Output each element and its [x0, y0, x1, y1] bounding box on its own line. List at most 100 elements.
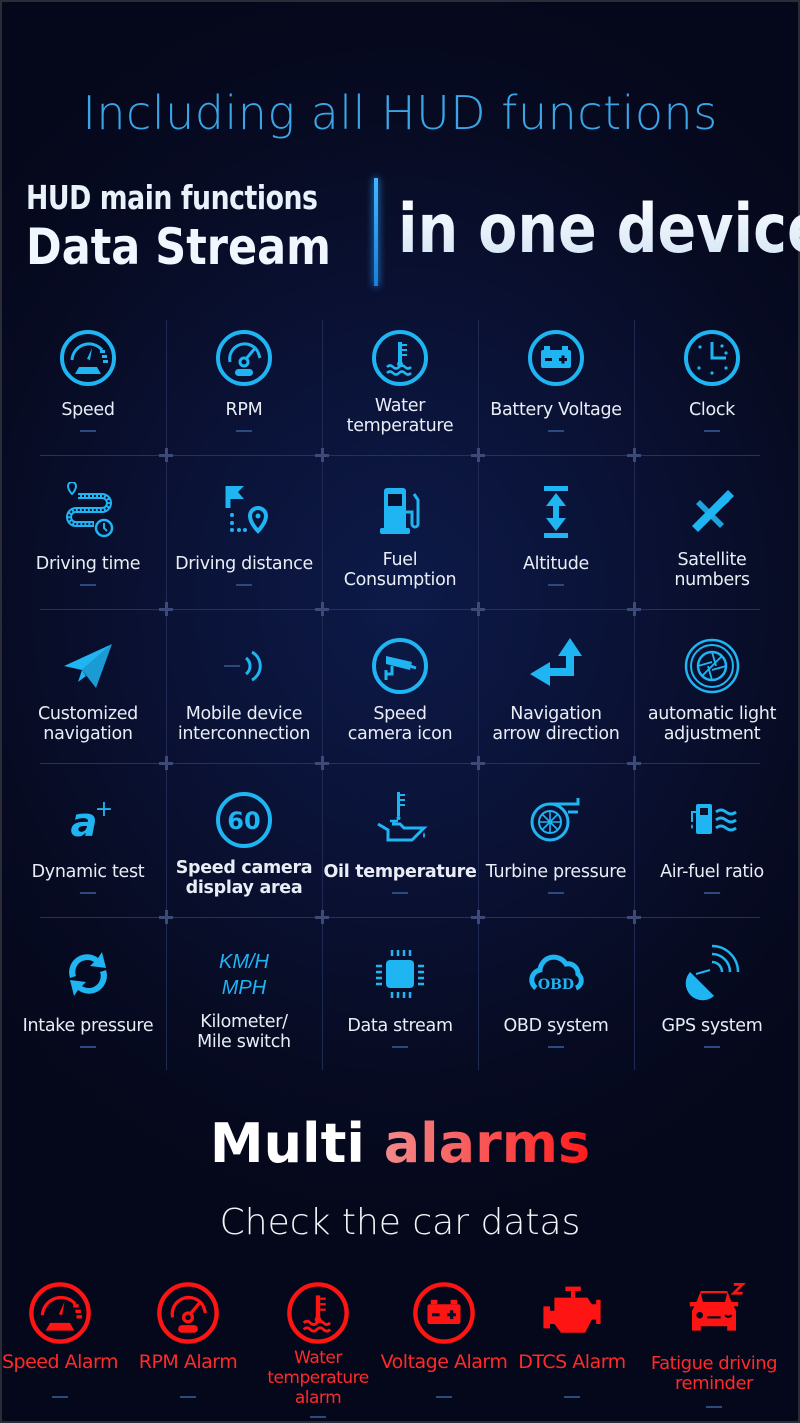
label-underline: [392, 1046, 408, 1048]
feature-label: OBD system: [503, 1016, 609, 1036]
engine-check-icon: [539, 1280, 605, 1346]
feature-item: Data stream: [322, 936, 478, 1090]
feature-item: 60 Speed camera display area: [166, 782, 322, 936]
grid-plus-marker: [471, 756, 485, 770]
label-underline: [80, 892, 96, 894]
feature-label: Air-fuel ratio: [660, 862, 764, 882]
grid-divider-horizontal: [40, 917, 760, 918]
feature-item: RPM: [166, 320, 322, 474]
feature-label: Battery Voltage: [490, 400, 622, 420]
alarm-list: Speed Alarm RPM Alarm Water temperature …: [0, 1274, 800, 1423]
feature-item: a + Dynamic test: [10, 782, 166, 936]
label-underline: [236, 430, 252, 432]
feature-label: Altitude: [523, 554, 589, 574]
chip-icon: [370, 944, 430, 1004]
grid-divider-vertical: [478, 320, 479, 1070]
aperture-icon: [682, 636, 742, 696]
page-title: Including all HUD functions: [82, 86, 718, 140]
refresh-arrows-icon: [58, 944, 118, 1004]
feature-label: Driving time: [35, 554, 141, 574]
grid-plus-marker: [627, 756, 641, 770]
feature-item: KM/H MPH Kilometer/ Mile switch: [166, 936, 322, 1090]
feature-item: Navigation arrow direction: [478, 628, 634, 782]
feature-item: Customized navigation: [10, 628, 166, 782]
feature-label: Intake pressure: [22, 1016, 154, 1036]
altitude-arrows-icon: [526, 482, 586, 542]
hero-divider: [374, 178, 378, 286]
label-underline: [80, 1046, 96, 1048]
label-underline: [548, 1046, 564, 1048]
svg-text:KM/H: KM/H: [219, 951, 270, 973]
tachometer-icon: [214, 328, 274, 388]
label-underline: [704, 892, 720, 894]
grid-plus-marker: [159, 448, 173, 462]
grid-plus-marker: [315, 910, 329, 924]
feature-item: Speed camera icon: [322, 628, 478, 782]
feature-label: Speed camera icon: [347, 704, 453, 744]
svg-text:OBD: OBD: [538, 977, 574, 993]
car-sleep-icon: [681, 1280, 747, 1346]
signal-waves-icon: [214, 636, 274, 696]
feature-label: Kilometer/ Mile switch: [197, 1012, 291, 1052]
grid-plus-marker: [159, 602, 173, 616]
grid-plus-marker: [627, 602, 641, 616]
svg-text:+: +: [95, 797, 113, 822]
speedometer-alarm-icon: [27, 1280, 93, 1346]
kmh-mph-text-icon: KM/H MPH: [214, 944, 274, 1004]
grid-divider-horizontal: [40, 609, 760, 610]
feature-label: Fuel Consumption: [343, 550, 457, 590]
label-underline: [706, 1406, 722, 1408]
feature-label: GPS system: [661, 1016, 763, 1036]
alarms-heading: Multi alarms: [0, 1112, 800, 1175]
alarm-label: DTCS Alarm: [518, 1351, 626, 1373]
hero-left: HUD main functions Data Stream: [26, 178, 356, 276]
grid-plus-marker: [627, 448, 641, 462]
satellite-dish-icon: [682, 944, 742, 1004]
clock-icon: [682, 328, 742, 388]
alarms-subtitle: Check the car datas: [219, 1202, 581, 1243]
feature-item: Speed: [10, 320, 166, 474]
feature-label: Data stream: [347, 1016, 453, 1036]
label-underline: [564, 1396, 580, 1398]
fuel-pump-icon: [370, 482, 430, 542]
paper-plane-icon: [58, 636, 118, 696]
label-underline: [548, 584, 564, 586]
route-timer-icon: [58, 481, 118, 542]
grid-plus-marker: [315, 602, 329, 616]
acceleration-a-plus-icon: a +: [58, 790, 118, 850]
label-underline: [548, 892, 564, 894]
label-underline: [310, 1416, 326, 1418]
svg-text:60: 60: [227, 807, 260, 835]
feature-label: Speed camera display area: [175, 858, 313, 898]
hero-banner: HUD main functions Data Stream in one de…: [0, 178, 800, 288]
fuel-air-waves-icon: [682, 790, 742, 850]
feature-item: Intake pressure: [10, 936, 166, 1090]
svg-text:MPH: MPH: [222, 977, 267, 999]
label-underline: [704, 1046, 720, 1048]
coolant-alarm-icon: [285, 1280, 351, 1346]
grid-plus-marker: [471, 602, 485, 616]
feature-grid: Speed RPM Water temperature Battery Volt…: [10, 320, 790, 1090]
svg-text:a: a: [71, 800, 98, 846]
feature-item: Turbine pressure: [478, 782, 634, 936]
grid-divider-vertical: [166, 320, 167, 1070]
label-underline: [52, 1396, 68, 1398]
feature-label: Satellite numbers: [674, 550, 750, 590]
feature-label: Clock: [688, 400, 736, 420]
feature-label: Dynamic test: [31, 862, 145, 882]
turbocharger-icon: [526, 790, 586, 850]
grid-divider-horizontal: [40, 763, 760, 764]
label-underline: [436, 1396, 452, 1398]
feature-item: Air-fuel ratio: [634, 782, 790, 936]
grid-plus-marker: [159, 910, 173, 924]
feature-label: Mobile device interconnection: [177, 704, 311, 744]
feature-label: Driving distance: [175, 554, 313, 574]
feature-label: automatic light adjustment: [647, 704, 777, 744]
grid-plus-marker: [315, 756, 329, 770]
coolant-temperature-icon: [370, 328, 430, 388]
feature-item: Altitude: [478, 474, 634, 628]
grid-divider-vertical: [322, 320, 323, 1070]
flag-to-pin-icon: [214, 482, 274, 542]
grid-divider-horizontal: [40, 455, 760, 456]
grid-plus-marker: [627, 910, 641, 924]
